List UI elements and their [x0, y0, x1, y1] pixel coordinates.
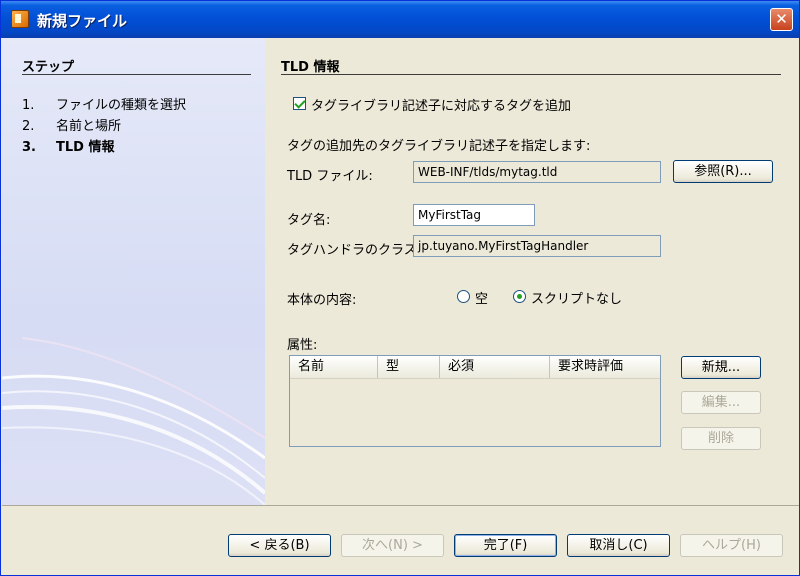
title-bar[interactable]: 新規ファイル ✕	[1, 1, 799, 38]
close-icon: ✕	[775, 10, 788, 28]
close-button[interactable]: ✕	[770, 8, 793, 31]
column-header-required[interactable]: 必須	[440, 356, 550, 378]
section-divider	[281, 74, 781, 75]
steps-panel: ステップ 1. ファイルの種類を選択 2. 名前と場所 3. TLD 情報	[2, 38, 265, 505]
column-header-runtime-eval[interactable]: 要求時評価	[550, 356, 658, 378]
step-1: 1. ファイルの種類を選択	[22, 94, 186, 113]
step-3-current: 3. TLD 情報	[22, 136, 114, 155]
column-header-type[interactable]: 型	[378, 356, 440, 378]
attributes-label: 属性:	[287, 338, 318, 353]
step-label: 名前と場所	[56, 119, 122, 134]
add-tag-checkbox-label[interactable]: タグライブラリ記述子に対応するタグを追加	[311, 95, 571, 114]
cancel-button[interactable]: 取消し(C)	[567, 534, 670, 557]
delete-attribute-button[interactable]: 削除	[681, 427, 761, 450]
app-icon	[11, 10, 29, 28]
tld-info-panel: TLD 情報 タグライブラリ記述子に対応するタグを追加 タグの追加先のタグライブ…	[265, 38, 799, 505]
finish-button[interactable]: 完了(F)	[454, 534, 557, 557]
step-label: TLD 情報	[56, 140, 115, 155]
button-bar: < 戻る(B) 次へ(N) > 完了(F) 取消し(C) ヘルプ(H)	[2, 505, 799, 575]
new-attribute-button[interactable]: 新規...	[681, 356, 761, 379]
body-scriptless-radio[interactable]	[513, 290, 526, 303]
step-number: 3.	[22, 140, 36, 155]
step-number: 2.	[22, 119, 35, 134]
steps-divider	[22, 74, 251, 75]
attributes-table[interactable]: 名前 型 必須 要求時評価	[289, 355, 661, 447]
body-content-label: 本体の内容:	[287, 293, 357, 308]
section-heading: TLD 情報	[281, 60, 340, 75]
handler-class-label: タグハンドラのクラス:	[287, 243, 422, 258]
attributes-table-header: 名前 型 必須 要求時評価	[290, 356, 660, 379]
tld-file-field[interactable]: WEB-INF/tlds/mytag.tld	[413, 161, 661, 183]
tld-file-label: TLD ファイル:	[287, 169, 373, 184]
browse-button[interactable]: 参照(R)...	[673, 160, 773, 183]
next-button[interactable]: 次へ(N) >	[341, 534, 444, 557]
handler-class-field[interactable]: jp.tuyano.MyFirstTagHandler	[413, 235, 661, 257]
new-file-dialog: 新規ファイル ✕ ステップ 1. ファイルの種類を選択 2. 名前と場所 3. TLD…	[0, 0, 800, 576]
add-tag-checkbox[interactable]	[293, 97, 306, 110]
tag-name-input[interactable]: MyFirstTag	[413, 204, 535, 226]
step-number: 1.	[22, 98, 35, 113]
help-button[interactable]: ヘルプ(H)	[680, 534, 783, 557]
body-scriptless-radio-label[interactable]: スクリプトなし	[531, 288, 622, 307]
step-2: 2. 名前と場所	[22, 115, 121, 134]
column-header-name[interactable]: 名前	[290, 356, 378, 378]
body-empty-radio-label[interactable]: 空	[475, 288, 488, 307]
tag-name-label: タグ名:	[287, 213, 331, 228]
body-empty-radio[interactable]	[457, 290, 470, 303]
step-label: ファイルの種類を選択	[56, 98, 187, 113]
back-button[interactable]: < 戻る(B)	[228, 534, 331, 557]
edit-attribute-button[interactable]: 編集...	[681, 391, 761, 414]
steps-heading: ステップ	[22, 60, 75, 75]
instruction-text: タグの追加先のタグライブラリ記述子を指定します:	[287, 139, 591, 154]
window-title: 新規ファイル	[37, 12, 128, 30]
